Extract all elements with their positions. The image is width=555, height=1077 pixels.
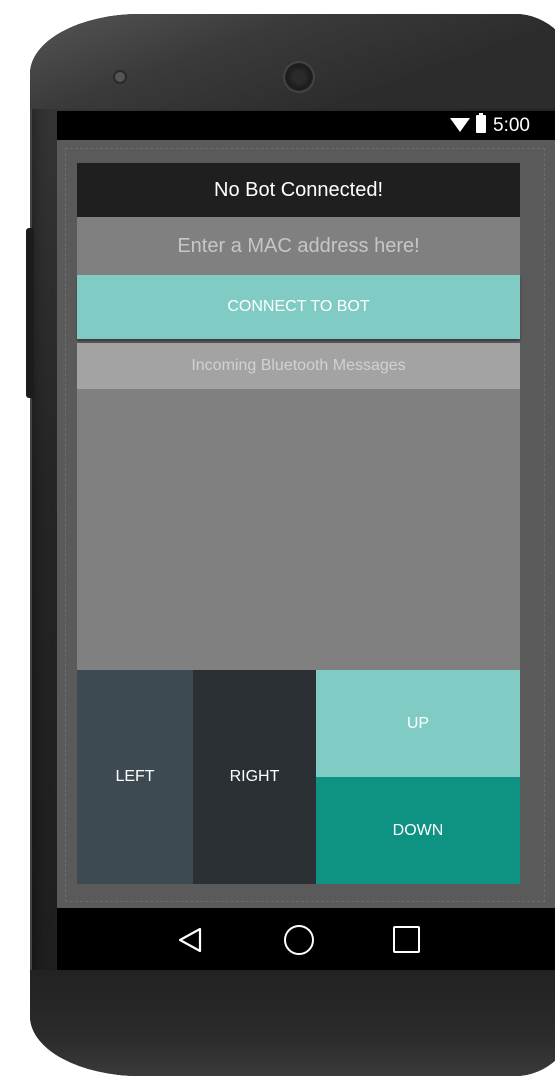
home-icon[interactable] (284, 925, 314, 955)
up-button[interactable]: UP (316, 670, 520, 777)
battery-icon (476, 113, 486, 133)
connect-to-bot-button[interactable]: CONNECT TO BOT (77, 275, 520, 339)
right-button[interactable]: RIGHT (193, 670, 316, 884)
earpiece-speaker (285, 63, 313, 91)
recents-icon[interactable] (393, 926, 420, 953)
wifi-icon (450, 118, 470, 132)
power-button (26, 228, 34, 398)
phone-top-bezel (30, 14, 555, 109)
connection-status-title: No Bot Connected! (77, 163, 520, 217)
incoming-messages-label: Incoming Bluetooth Messages (77, 343, 520, 389)
front-sensor (115, 72, 125, 82)
mac-address-input[interactable] (77, 217, 520, 275)
back-icon[interactable] (176, 926, 204, 954)
left-button[interactable]: LEFT (77, 670, 193, 884)
status-bar: 5:00 (57, 111, 555, 140)
messages-list[interactable] (77, 389, 520, 670)
phone-bottom-bezel (30, 970, 555, 1076)
status-time: 5:00 (493, 115, 530, 136)
down-button[interactable]: DOWN (316, 777, 520, 884)
